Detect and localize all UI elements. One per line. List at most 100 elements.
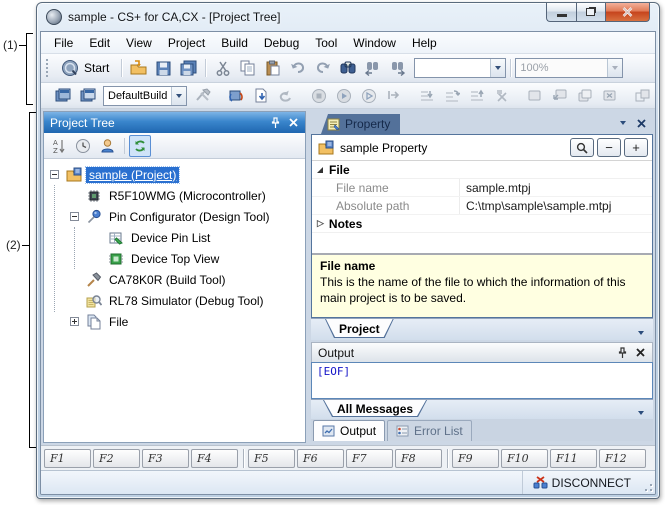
fkey-f4[interactable]: F4 xyxy=(191,449,238,468)
output-header[interactable]: Output xyxy=(311,342,653,362)
fkey-f11[interactable]: F11 xyxy=(550,449,597,468)
menu-project[interactable]: Project xyxy=(160,33,213,53)
tab-output[interactable]: Output xyxy=(313,420,385,441)
category-notes[interactable]: ▷ Notes xyxy=(312,215,652,233)
restore-button[interactable] xyxy=(576,3,606,22)
sort-time-button[interactable] xyxy=(72,135,94,157)
find-previous-button[interactable] xyxy=(361,57,384,80)
find-button[interactable] xyxy=(336,57,359,80)
save-project-button[interactable] xyxy=(152,57,175,80)
menu-file[interactable]: File xyxy=(46,33,81,53)
search-button[interactable] xyxy=(570,138,594,157)
start-button[interactable]: Start xyxy=(54,56,116,80)
menu-tool[interactable]: Tool xyxy=(307,33,345,53)
output-console[interactable]: [EOF] xyxy=(311,362,653,399)
fkey-f12[interactable]: F12 xyxy=(599,449,646,468)
minimize-button[interactable] xyxy=(546,3,576,22)
find-next-button[interactable] xyxy=(386,57,409,80)
undo-button[interactable] xyxy=(286,57,309,80)
tree-item-sample-project[interactable]: sample (Project) xyxy=(44,164,305,185)
category-file[interactable]: File xyxy=(312,161,652,179)
tree-item-build-tool[interactable]: CA78K0R (Build Tool) xyxy=(44,269,305,290)
property-grid-space xyxy=(312,233,652,253)
tab-list-button[interactable] xyxy=(633,325,649,341)
collapse-icon[interactable] xyxy=(50,170,59,179)
pin-button[interactable] xyxy=(267,115,283,131)
menu-edit[interactable]: Edit xyxy=(81,33,118,53)
tree-item-debug-tool[interactable]: RL78 Simulator (Debug Tool) xyxy=(44,290,305,311)
disconnect-label: DISCONNECT xyxy=(552,476,631,490)
fkey-f9[interactable]: F9 xyxy=(452,449,499,468)
menu-help[interactable]: Help xyxy=(404,33,445,53)
copy-button[interactable] xyxy=(236,57,259,80)
tree-item-microcontroller[interactable]: R5F10WMG (Microcontroller) xyxy=(44,185,305,206)
user-filter-button[interactable] xyxy=(96,135,118,157)
menu-build[interactable]: Build xyxy=(213,33,256,53)
tree-item-label[interactable]: Device Top View xyxy=(128,251,222,267)
property-row-file-name[interactable]: File name sample.mtpj xyxy=(312,179,652,197)
find-combobox-value[interactable] xyxy=(415,59,490,77)
title-bar[interactable]: sample - CS+ for CA,CX - [Project Tree] xyxy=(37,3,659,31)
sort-button[interactable]: A Z xyxy=(48,135,70,157)
menu-view[interactable]: View xyxy=(118,33,160,53)
tree-item-label[interactable]: RL78 Simulator (Debug Tool) xyxy=(106,293,267,309)
resize-grip[interactable] xyxy=(641,471,655,494)
property-row-absolute-path[interactable]: Absolute path C:\tmp\sample\sample.mtpj xyxy=(312,197,652,215)
expand-icon[interactable] xyxy=(70,317,79,326)
close-button[interactable] xyxy=(606,3,650,22)
fkey-f5[interactable]: F5 xyxy=(248,449,295,468)
tree-item-label[interactable]: File xyxy=(106,314,131,330)
show-property-button[interactable] xyxy=(76,84,99,107)
property-value[interactable]: C:\tmp\sample\sample.mtpj xyxy=(460,197,652,214)
refresh-button[interactable] xyxy=(129,135,151,157)
tab-project[interactable]: Project xyxy=(325,319,394,338)
build-mode-dropdown[interactable] xyxy=(171,87,186,105)
tree-item-file[interactable]: File xyxy=(44,311,305,332)
collapse-icon[interactable] xyxy=(70,212,79,221)
project-tree-header[interactable]: Project Tree xyxy=(44,112,305,133)
cut-button[interactable] xyxy=(211,57,234,80)
find-combobox-dropdown[interactable] xyxy=(490,59,505,77)
fkey-f6[interactable]: F6 xyxy=(297,449,344,468)
menu-window[interactable]: Window xyxy=(345,33,404,53)
fkey-f1[interactable]: F1 xyxy=(44,449,91,468)
tree-item-label[interactable]: R5F10WMG (Microcontroller) xyxy=(106,188,269,204)
open-project-button[interactable] xyxy=(127,57,150,80)
tab-list-button[interactable] xyxy=(633,405,649,421)
tree-item-pin-configurator[interactable]: Pin Configurator (Design Tool) xyxy=(44,206,305,227)
tree-item-label[interactable]: sample (Project) xyxy=(86,167,179,183)
property-value[interactable]: sample.mtpj xyxy=(460,179,652,196)
paste-button[interactable] xyxy=(261,57,284,80)
save-all-button[interactable] xyxy=(177,57,200,80)
redo-button[interactable] xyxy=(311,57,334,80)
pin-button[interactable] xyxy=(614,345,630,361)
fkey-f8[interactable]: F8 xyxy=(395,449,442,468)
toolbar-grip[interactable] xyxy=(46,59,49,77)
close-panel-button[interactable] xyxy=(285,115,301,131)
expand-all-button[interactable]: + xyxy=(624,138,648,157)
build-project-button[interactable] xyxy=(224,84,247,107)
fkey-f10[interactable]: F10 xyxy=(501,449,548,468)
find-combobox[interactable] xyxy=(414,58,506,78)
build-mode-combobox[interactable]: DefaultBuild xyxy=(103,86,187,106)
show-project-tree-button[interactable] xyxy=(51,84,74,107)
close-property-button[interactable] xyxy=(633,115,649,131)
tab-error-list[interactable]: Error List xyxy=(387,420,472,441)
tab-property[interactable]: Property xyxy=(321,114,400,134)
menu-debug[interactable]: Debug xyxy=(256,33,307,53)
tree-item-label[interactable]: Device Pin List xyxy=(128,230,213,246)
build-mode-value[interactable]: DefaultBuild xyxy=(104,87,171,105)
download-button[interactable] xyxy=(249,84,272,107)
fkey-f3[interactable]: F3 xyxy=(142,449,189,468)
close-output-button[interactable] xyxy=(632,345,648,361)
tab-all-messages[interactable]: All Messages xyxy=(323,400,427,417)
tree-item-label[interactable]: Pin Configurator (Design Tool) xyxy=(106,209,273,225)
collapse-all-button[interactable]: − xyxy=(597,138,621,157)
tree-item-device-pin-list[interactable]: Device Pin List xyxy=(44,227,305,248)
tree-item-device-top-view[interactable]: Device Top View xyxy=(44,248,305,269)
panel-menu-button[interactable] xyxy=(615,115,631,131)
tree-item-label[interactable]: CA78K0R (Build Tool) xyxy=(106,272,229,288)
fkey-f2[interactable]: F2 xyxy=(93,449,140,468)
fkey-f7[interactable]: F7 xyxy=(346,449,393,468)
close-icon xyxy=(636,348,645,357)
